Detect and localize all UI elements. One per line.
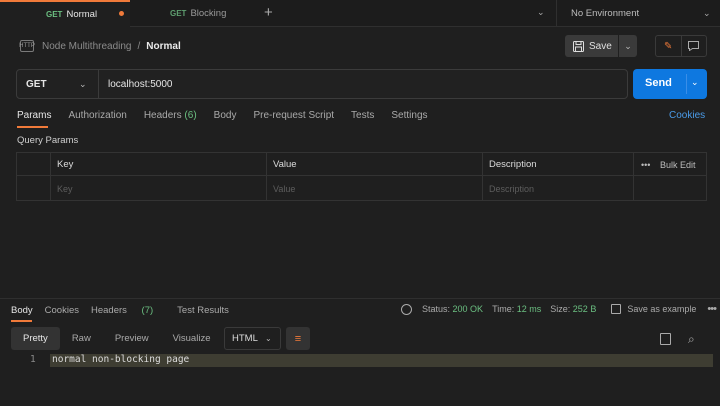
unsaved-dot-icon [119, 11, 124, 16]
send-button[interactable]: Send ⌄ [633, 69, 707, 99]
view-mode-bar: Pretty Raw Preview Visualize [11, 327, 222, 350]
search-icon[interactable]: ⌕ [688, 332, 695, 347]
globe-icon[interactable] [401, 303, 412, 315]
side-icon-group: ✎ [655, 35, 707, 57]
column-header-description: Description [489, 159, 537, 170]
time-label: Time: [492, 304, 515, 314]
code-line: 1 normal non-blocking page [0, 354, 720, 367]
chevron-down-icon: ⌄ [703, 8, 711, 18]
response-tabs: Body Cookies Headers (7) Test Results [11, 305, 241, 316]
response-body-text[interactable]: normal non-blocking page [52, 354, 189, 365]
copy-icon[interactable] [660, 333, 671, 345]
breadcrumb-collection[interactable]: Node Multithreading [42, 41, 132, 52]
active-tab-indicator [17, 126, 48, 128]
url-bar: GET ⌄ localhost:5000 [16, 69, 628, 99]
comments-icon[interactable] [682, 36, 707, 56]
breadcrumb-separator: / [137, 40, 141, 52]
http-request-icon: HTTP [19, 40, 35, 52]
tabs-chevron-down-icon[interactable]: ⌄ [537, 7, 545, 18]
response-status-bar: Status: 200 OK Time: 12 ms Size: 252 B S… [401, 303, 717, 315]
more-options-icon[interactable]: ••• [707, 303, 717, 315]
table-row: Key Value Description [17, 177, 706, 200]
format-label: HTML [232, 333, 258, 344]
format-select[interactable]: HTML ⌄ [224, 327, 281, 350]
new-tab-plus-icon[interactable]: + [264, 4, 273, 21]
tab-settings[interactable]: Settings [391, 110, 427, 126]
response-tab-cookies[interactable]: Cookies [45, 305, 79, 316]
tab-method: GET [46, 10, 63, 19]
query-params-title: Query Params [17, 135, 79, 146]
save-label: Save [589, 40, 612, 52]
status-value[interactable]: 200 OK [453, 304, 484, 314]
save-icon [611, 304, 622, 314]
send-label: Send [645, 77, 672, 89]
chevron-down-icon: ⌄ [79, 78, 87, 89]
description-input[interactable]: Description [489, 177, 534, 200]
response-headers-count: (7) [141, 305, 154, 316]
request-tabs: Params Authorization Headers (6) Body Pr… [17, 110, 445, 126]
response-tab-body[interactable]: Body [11, 305, 33, 316]
tab-method: GET [170, 9, 187, 18]
request-tab-blocking[interactable]: GET Blocking [131, 0, 257, 27]
tab-bar: GET Normal GET Blocking + ⌄ No Environme… [0, 0, 720, 27]
response-headers-label: Headers [90, 305, 127, 316]
tab-authorization[interactable]: Authorization [68, 110, 126, 126]
send-divider [686, 74, 687, 94]
send-chevron-down-icon[interactable]: ⌄ [691, 77, 699, 88]
tab-body[interactable]: Body [214, 110, 237, 126]
more-options-icon[interactable]: ••• [641, 153, 650, 176]
view-preview[interactable]: Preview [103, 327, 161, 350]
view-visualize[interactable]: Visualize [161, 327, 223, 350]
key-input[interactable]: Key [57, 177, 73, 200]
column-header-value: Value [273, 159, 297, 170]
view-raw[interactable]: Raw [60, 327, 103, 350]
method-select[interactable]: GET ⌄ [17, 70, 99, 98]
params-table: Key Value Description ••• Bulk Edit Key … [16, 152, 707, 201]
method-label: GET [26, 78, 47, 90]
chevron-down-icon: ⌄ [265, 334, 272, 343]
table-header-row: Key Value Description ••• Bulk Edit [17, 153, 706, 176]
save-as-example-button[interactable]: Save as example [627, 304, 696, 314]
tab-params[interactable]: Params [17, 110, 51, 126]
environment-label: No Environment [571, 8, 640, 19]
view-pretty[interactable]: Pretty [11, 327, 60, 350]
tab-label: Blocking [190, 8, 227, 19]
tab-headers[interactable]: Headers (6) [144, 110, 197, 126]
tab-label: Normal [66, 9, 98, 20]
wrap-lines-icon[interactable]: ≡ [286, 327, 310, 350]
size-value[interactable]: 252 B [573, 304, 597, 314]
bulk-edit-button[interactable]: Bulk Edit [660, 153, 696, 176]
request-tab-normal[interactable]: GET Normal [0, 0, 130, 27]
response-tab-test-results[interactable]: Test Results [177, 305, 229, 316]
save-icon [573, 40, 584, 52]
line-number: 1 [30, 354, 36, 365]
breadcrumb-request-name[interactable]: Normal [146, 41, 180, 52]
response-tab-headers[interactable]: Headers (7) [91, 305, 165, 316]
save-button[interactable]: Save [565, 35, 618, 57]
tab-prerequest-script[interactable]: Pre-request Script [253, 110, 334, 126]
environment-selector[interactable]: No Environment ⌄ [556, 0, 720, 27]
value-input[interactable]: Value [273, 177, 295, 200]
tab-tests[interactable]: Tests [351, 110, 374, 126]
url-input[interactable]: localhost:5000 [108, 70, 173, 98]
breadcrumb: HTTP Node Multithreading / Normal [19, 39, 181, 53]
status-label: Status: [422, 304, 451, 314]
size-label: Size: [550, 304, 571, 314]
save-options-chevron-icon[interactable]: ⌄ [619, 35, 637, 57]
column-header-key: Key [57, 159, 74, 170]
cookies-link[interactable]: Cookies [669, 110, 705, 121]
active-tab-indicator [11, 320, 32, 322]
tab-headers-label: Headers [143, 110, 182, 121]
time-value[interactable]: 12 ms [517, 304, 542, 314]
headers-count: (6) [184, 110, 197, 121]
edit-pencil-icon[interactable]: ✎ [656, 36, 682, 56]
